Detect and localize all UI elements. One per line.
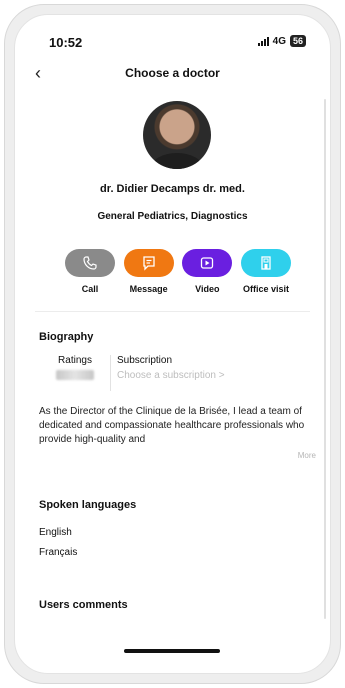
- language-item: Français: [39, 547, 78, 558]
- subscription-label: Subscription: [117, 355, 173, 366]
- languages-title: Spoken languages: [39, 499, 137, 511]
- language-item: English: [39, 527, 72, 538]
- video-icon[interactable]: [182, 249, 233, 277]
- office-icon[interactable]: [240, 249, 291, 277]
- nav-bar: ‹ Choose a doctor: [15, 59, 330, 89]
- ratings-stars: [56, 370, 94, 380]
- doctor-specialty: General Pediatrics, Diagnostics: [97, 211, 248, 222]
- divider: [35, 311, 310, 312]
- scrollbar[interactable]: [324, 99, 326, 619]
- doctor-name: dr. Didier Decamps dr. med.: [100, 183, 245, 195]
- status-time: 10:52: [49, 35, 83, 50]
- message-label: Message: [129, 284, 168, 294]
- network-type: 4G: [272, 35, 286, 47]
- biography-title: Biography: [39, 331, 94, 343]
- subscription-select[interactable]: Choose a subscription >: [117, 370, 297, 381]
- signal-icon: [257, 36, 269, 46]
- status-indicators: 4G 56: [257, 35, 306, 47]
- status-bar: 10:52 4G 56: [15, 15, 330, 59]
- phone-screen: 10:52 4G 56 ‹ Choose a doctor dr. Didier…: [14, 14, 331, 674]
- subscription-block[interactable]: Subscription Choose a subscription >: [117, 355, 297, 381]
- divider-vertical: [110, 355, 111, 391]
- more-link[interactable]: More: [298, 451, 316, 460]
- message-action[interactable]: Message: [123, 249, 174, 294]
- video-label: Video: [195, 284, 220, 294]
- message-icon[interactable]: [123, 249, 174, 277]
- call-label: Call: [81, 284, 99, 294]
- office-visit-action[interactable]: Office visit: [240, 249, 291, 294]
- page-title: Choose a doctor: [125, 66, 220, 80]
- ratings-block: Ratings: [45, 355, 105, 380]
- phone-icon[interactable]: [65, 249, 115, 277]
- home-indicator: [124, 649, 220, 653]
- ratings-label: Ratings: [58, 355, 92, 366]
- biography-text: As the Director of the Clinique de la Br…: [39, 406, 305, 445]
- video-action[interactable]: Video: [182, 249, 233, 294]
- action-buttons: Call Message Video Office visit: [65, 249, 291, 294]
- call-action[interactable]: Call: [65, 249, 115, 294]
- doctor-avatar: [143, 101, 211, 169]
- comments-title: Users comments: [39, 599, 128, 611]
- battery-icon: 56: [289, 35, 306, 47]
- office-visit-label: Office visit: [242, 284, 289, 294]
